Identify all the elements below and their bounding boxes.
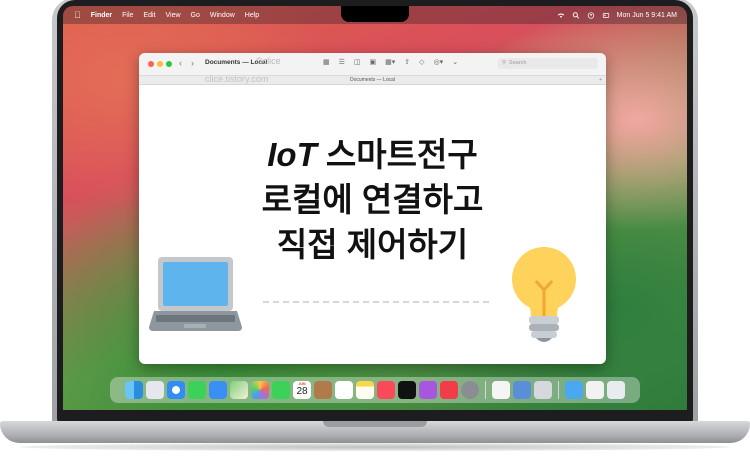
toolbar-icons: ▦ ☰ ◫ ▣ ▦▾ ⇪ ◇ ◎▾ ⌄ xyxy=(323,58,458,66)
list-view-icon[interactable]: ☰ xyxy=(339,58,345,66)
search-icon[interactable] xyxy=(572,11,580,19)
facetime-icon[interactable] xyxy=(272,381,290,399)
settings-icon[interactable] xyxy=(461,381,479,399)
finder-icon[interactable] xyxy=(125,381,143,399)
messages-icon[interactable] xyxy=(188,381,206,399)
gallery-view-icon[interactable]: ▣ xyxy=(370,58,377,66)
reminders-icon[interactable] xyxy=(335,381,353,399)
column-view-icon[interactable]: ◫ xyxy=(354,58,361,66)
calendar-day: 28 xyxy=(296,386,308,397)
news-icon[interactable] xyxy=(440,381,458,399)
new-tab-icon[interactable]: + xyxy=(599,76,602,84)
dashed-divider xyxy=(263,301,489,303)
user-icon[interactable] xyxy=(602,12,610,19)
laptop-icon xyxy=(149,257,242,331)
music-icon[interactable] xyxy=(377,381,395,399)
menu-view[interactable]: View xyxy=(165,12,180,19)
laptop-base-notch xyxy=(323,421,427,427)
window-titlebar[interactable]: ‹ › Documents — Local ©clice ▦ ☰ ◫ ▣ ▦▾ … xyxy=(139,53,606,76)
action-icon[interactable]: ◎▾ xyxy=(434,58,444,66)
camera-notch xyxy=(341,6,409,22)
dock-separator xyxy=(485,381,486,399)
search-field[interactable]: ⚲ Search xyxy=(498,58,598,69)
dock-separator xyxy=(558,381,559,399)
blog-watermark: clice.tistory.com xyxy=(205,74,269,84)
forward-arrow-icon[interactable]: › xyxy=(191,58,194,68)
wifi-icon[interactable] xyxy=(557,12,565,19)
menubar-clock[interactable]: Mon Jun 5 9:41 AM xyxy=(617,12,677,19)
tag-icon[interactable]: ◇ xyxy=(419,58,424,66)
documents-icon[interactable] xyxy=(586,381,604,399)
icon-view-icon[interactable]: ▦ xyxy=(323,58,330,66)
mail-icon[interactable] xyxy=(209,381,227,399)
podcasts-icon[interactable] xyxy=(419,381,437,399)
close-button[interactable] xyxy=(148,61,154,67)
light-bulb-icon xyxy=(512,247,576,342)
contacts-icon[interactable] xyxy=(314,381,332,399)
back-arrow-icon[interactable]: ‹ xyxy=(179,58,182,68)
menu-app-name[interactable]: Finder xyxy=(91,12,112,19)
dock: JUN 28 xyxy=(110,377,640,403)
headline-line-1-rest: 스마트전구 xyxy=(316,136,478,173)
tab-documents[interactable]: Documents — Local xyxy=(350,77,395,83)
notes-icon[interactable] xyxy=(356,381,374,399)
group-icon[interactable]: ▦▾ xyxy=(385,58,395,66)
laptop-shadow xyxy=(20,443,730,451)
numbers-icon[interactable] xyxy=(534,381,552,399)
photos-icon[interactable] xyxy=(251,381,269,399)
search-placeholder: Search xyxy=(509,60,527,66)
apple-menu-icon[interactable]:  xyxy=(74,10,81,20)
menu-edit[interactable]: Edit xyxy=(143,12,155,19)
headline-iot: IoT xyxy=(267,136,317,173)
folder-icon[interactable] xyxy=(565,381,583,399)
search-icon: ⚲ xyxy=(502,60,507,66)
menu-file[interactable]: File xyxy=(122,12,133,19)
headline-line-2: 로컬에 연결하고 xyxy=(261,181,484,218)
menu-help[interactable]: Help xyxy=(245,12,259,19)
minimize-button[interactable] xyxy=(157,61,163,67)
zoom-button[interactable] xyxy=(166,61,172,67)
menu-go[interactable]: Go xyxy=(191,12,200,19)
safari-icon[interactable] xyxy=(167,381,185,399)
calendar-icon[interactable]: JUN 28 xyxy=(293,381,311,399)
control-center-icon[interactable] xyxy=(587,11,595,19)
headline-line-1: IoT 스마트전구 xyxy=(139,133,606,176)
pages-icon[interactable] xyxy=(492,381,510,399)
watermark-text: ©clice xyxy=(256,56,281,66)
tv-icon[interactable] xyxy=(398,381,416,399)
chevron-down-icon[interactable]: ⌄ xyxy=(452,58,458,66)
share-icon[interactable]: ⇪ xyxy=(404,58,410,66)
menu-window[interactable]: Window xyxy=(210,12,235,19)
launchpad-icon[interactable] xyxy=(146,381,164,399)
keynote-icon[interactable] xyxy=(513,381,531,399)
trash-icon[interactable] xyxy=(607,381,625,399)
maps-icon[interactable] xyxy=(230,381,248,399)
